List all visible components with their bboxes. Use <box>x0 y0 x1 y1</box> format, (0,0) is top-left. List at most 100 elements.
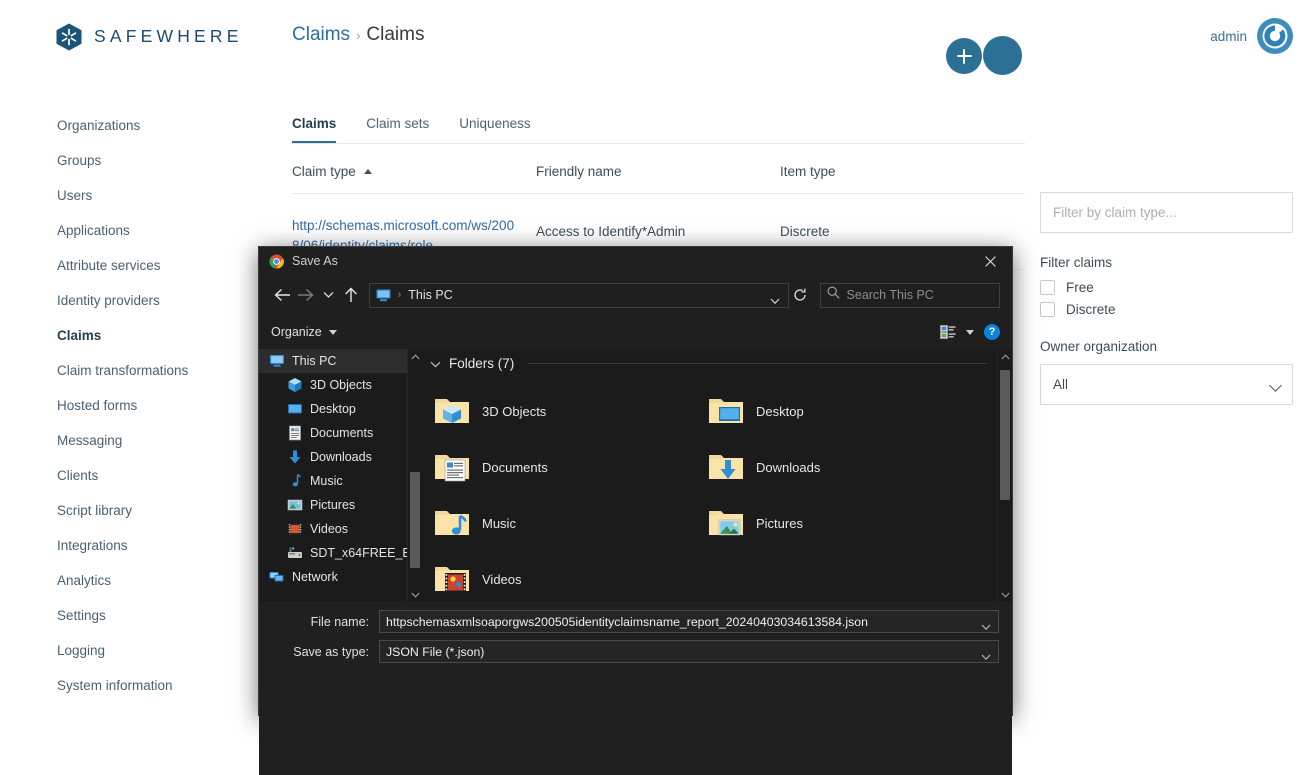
address-bar[interactable]: › This PC <box>369 283 789 308</box>
column-header-item-type[interactable]: Item type <box>780 144 1025 193</box>
menu-button[interactable] <box>983 36 1022 75</box>
sidebar-item-analytics[interactable]: Analytics <box>0 563 265 598</box>
tree-item-music[interactable]: Music <box>259 469 407 493</box>
checkbox-discrete[interactable] <box>1040 302 1055 317</box>
folder-item-label: Desktop <box>756 404 804 419</box>
save-as-dialog[interactable]: Save As › This PC <box>258 246 1013 716</box>
file-list-scrollbar[interactable] <box>997 349 1012 602</box>
chrome-icon <box>269 254 284 269</box>
sidebar-item-settings[interactable]: Settings <box>0 598 265 633</box>
save-as-type-row: Save as type: JSON File (*.json) <box>259 640 1012 663</box>
file-name-field[interactable]: httpschemasxmlsoaporgws200505identitycla… <box>379 610 999 633</box>
view-layout-icon[interactable] <box>940 324 956 340</box>
address-chevron-down-icon[interactable] <box>770 292 780 310</box>
tab-claim-sets[interactable]: Claim sets <box>366 108 429 143</box>
organize-button[interactable]: Organize <box>271 325 337 339</box>
sidebar-item-script-library[interactable]: Script library <box>0 493 265 528</box>
sidebar-item-hosted-forms[interactable]: Hosted forms <box>0 388 265 423</box>
tree-item-documents[interactable]: Documents <box>259 421 407 445</box>
tree-item-downloads[interactable]: Downloads <box>259 445 407 469</box>
checkbox-discrete-label: Discrete <box>1066 302 1116 317</box>
avatar[interactable] <box>1257 18 1293 54</box>
sidebar-item-clients[interactable]: Clients <box>0 458 265 493</box>
user-area[interactable]: admin <box>1210 18 1293 54</box>
save-as-type-field[interactable]: JSON File (*.json) <box>379 640 999 663</box>
sidebar-item-messaging[interactable]: Messaging <box>0 423 265 458</box>
folder-3d-objects-icon <box>434 396 470 426</box>
arrow-up-icon[interactable] <box>340 282 363 308</box>
sidebar-item-integrations[interactable]: Integrations <box>0 528 265 563</box>
view-caret-down-icon[interactable] <box>966 330 974 335</box>
checkbox-row-free[interactable]: Free <box>1040 280 1293 295</box>
breadcrumb-parent[interactable]: Claims <box>292 24 350 46</box>
file-list-scrollbar-thumb[interactable] <box>1000 370 1010 500</box>
chevron-down-icon[interactable] <box>430 356 441 371</box>
folder-item-downloads[interactable]: Downloads <box>708 439 982 495</box>
recent-locations-chevron-down-icon[interactable] <box>317 282 340 308</box>
sidebar-item-users[interactable]: Users <box>0 178 265 213</box>
checkbox-free[interactable] <box>1040 280 1055 295</box>
help-icon[interactable]: ? <box>984 324 1000 340</box>
scroll-down-arrow-icon[interactable] <box>998 587 1012 602</box>
folder-documents-icon <box>434 452 470 482</box>
folder-item-videos[interactable]: Videos <box>434 551 708 602</box>
checkbox-row-discrete[interactable]: Discrete <box>1040 302 1293 317</box>
organize-label: Organize <box>271 325 322 339</box>
tree-item-label: Documents <box>310 426 373 440</box>
arrow-left-icon[interactable] <box>271 282 294 308</box>
folder-item-3d-objects[interactable]: 3D Objects <box>434 383 708 439</box>
tree-scrollbar-thumb[interactable] <box>410 472 420 568</box>
scroll-down-arrow-icon[interactable] <box>408 587 422 602</box>
folder-item-label: Pictures <box>756 516 803 531</box>
folder-videos-icon <box>434 564 470 594</box>
tree-item-videos[interactable]: Videos <box>259 517 407 541</box>
sidebar-item-system-information[interactable]: System information <box>0 668 265 703</box>
sidebar-item-attribute-services[interactable]: Attribute services <box>0 248 265 283</box>
sidebar-item-logging[interactable]: Logging <box>0 633 265 668</box>
sidebar-item-claims[interactable]: Claims <box>0 318 265 353</box>
folder-music-icon <box>434 508 470 538</box>
folder-item-label: Videos <box>482 572 522 587</box>
tree-item-sdt-drive[interactable]: SDT_x64FREE_EN <box>259 541 407 565</box>
tree-item-pictures[interactable]: Pictures <box>259 493 407 517</box>
tree-item-network[interactable]: Network <box>259 565 407 589</box>
save-as-type-chevron-down-icon[interactable] <box>981 648 991 666</box>
owner-organization-select[interactable]: All <box>1040 364 1293 405</box>
dialog-title: Save As <box>292 254 338 268</box>
refresh-icon[interactable] <box>789 283 812 308</box>
folder-item-desktop[interactable]: Desktop <box>708 383 982 439</box>
add-button[interactable] <box>946 38 982 74</box>
file-list-scrollbar-track[interactable] <box>998 364 1012 587</box>
folder-item-music[interactable]: Music <box>434 495 708 551</box>
folder-item-pictures[interactable]: Pictures <box>708 495 982 551</box>
column-header-friendly-name[interactable]: Friendly name <box>536 144 780 193</box>
tree-scrollbar[interactable] <box>407 349 422 602</box>
tree-item-3d-objects[interactable]: 3D Objects <box>259 373 407 397</box>
sidebar-item-organizations[interactable]: Organizations <box>0 108 265 143</box>
file-list-pane[interactable]: Folders (7) 3D Objects <box>422 349 997 602</box>
folders-group-header[interactable]: Folders (7) <box>422 349 997 377</box>
file-name-chevron-down-icon[interactable] <box>981 618 991 636</box>
tree-item-this-pc[interactable]: This PC <box>259 349 407 373</box>
arrow-right-icon[interactable] <box>294 282 317 308</box>
brand-logo[interactable]: SAFEWHERE <box>56 23 243 51</box>
search-this-pc-box[interactable]: Search This PC <box>820 283 1000 308</box>
search-input[interactable] <box>1040 192 1293 233</box>
tab-uniqueness[interactable]: Uniqueness <box>459 108 530 143</box>
tree-item-desktop[interactable]: Desktop <box>259 397 407 421</box>
tab-claims[interactable]: Claims <box>292 108 336 143</box>
tree-item-label: This PC <box>292 354 336 368</box>
tree-scrollbar-track[interactable] <box>408 364 422 587</box>
close-icon[interactable] <box>968 247 1012 275</box>
sidebar-item-claim-transformations[interactable]: Claim transformations <box>0 353 265 388</box>
scroll-up-arrow-icon[interactable] <box>408 349 422 364</box>
save-as-type-value: JSON File (*.json) <box>386 645 484 659</box>
column-header-claim-type[interactable]: Claim type <box>292 144 536 193</box>
sidebar-item-groups[interactable]: Groups <box>0 143 265 178</box>
dialog-title-bar[interactable]: Save As <box>259 247 1012 275</box>
folder-item-documents[interactable]: Documents <box>434 439 708 495</box>
sidebar-item-identity-providers[interactable]: Identity providers <box>0 283 265 318</box>
sidebar-item-applications[interactable]: Applications <box>0 213 265 248</box>
search-icon <box>827 286 840 304</box>
scroll-up-arrow-icon[interactable] <box>998 349 1012 364</box>
